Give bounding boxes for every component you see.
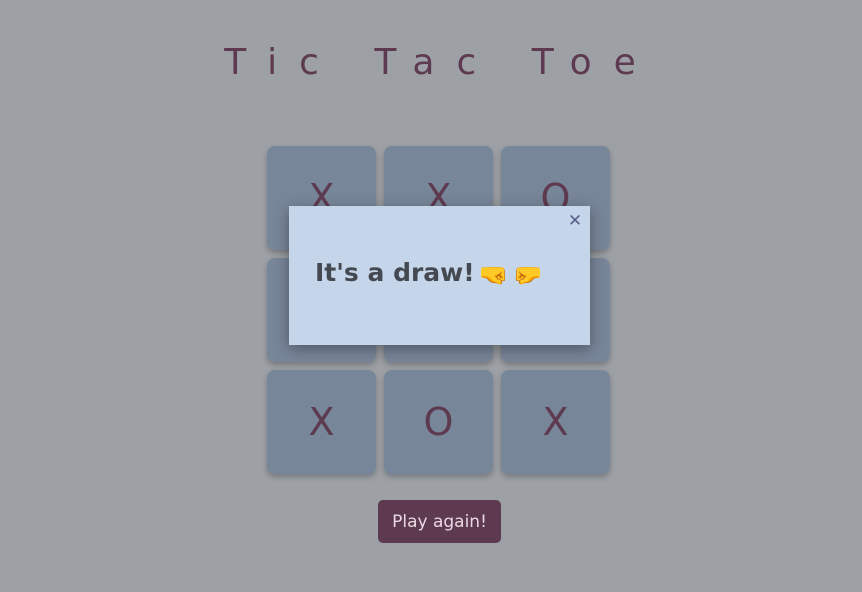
close-icon[interactable]: ✕: [566, 212, 584, 230]
left-fist-icon: 🤜: [478, 261, 509, 289]
play-again-button[interactable]: Play again!: [378, 500, 501, 543]
game-title: Tic Tac Toe: [224, 42, 658, 83]
result-message: It's a draw!: [315, 258, 475, 287]
right-fist-icon: 🤛: [512, 261, 543, 289]
result-message-line: It's a draw! 🤜 🤛: [315, 258, 542, 289]
result-modal: ✕ It's a draw! 🤜 🤛: [289, 206, 590, 345]
board-cell-9[interactable]: X: [501, 370, 610, 474]
board-cell-7[interactable]: X: [267, 370, 376, 474]
board-cell-8[interactable]: O: [384, 370, 493, 474]
